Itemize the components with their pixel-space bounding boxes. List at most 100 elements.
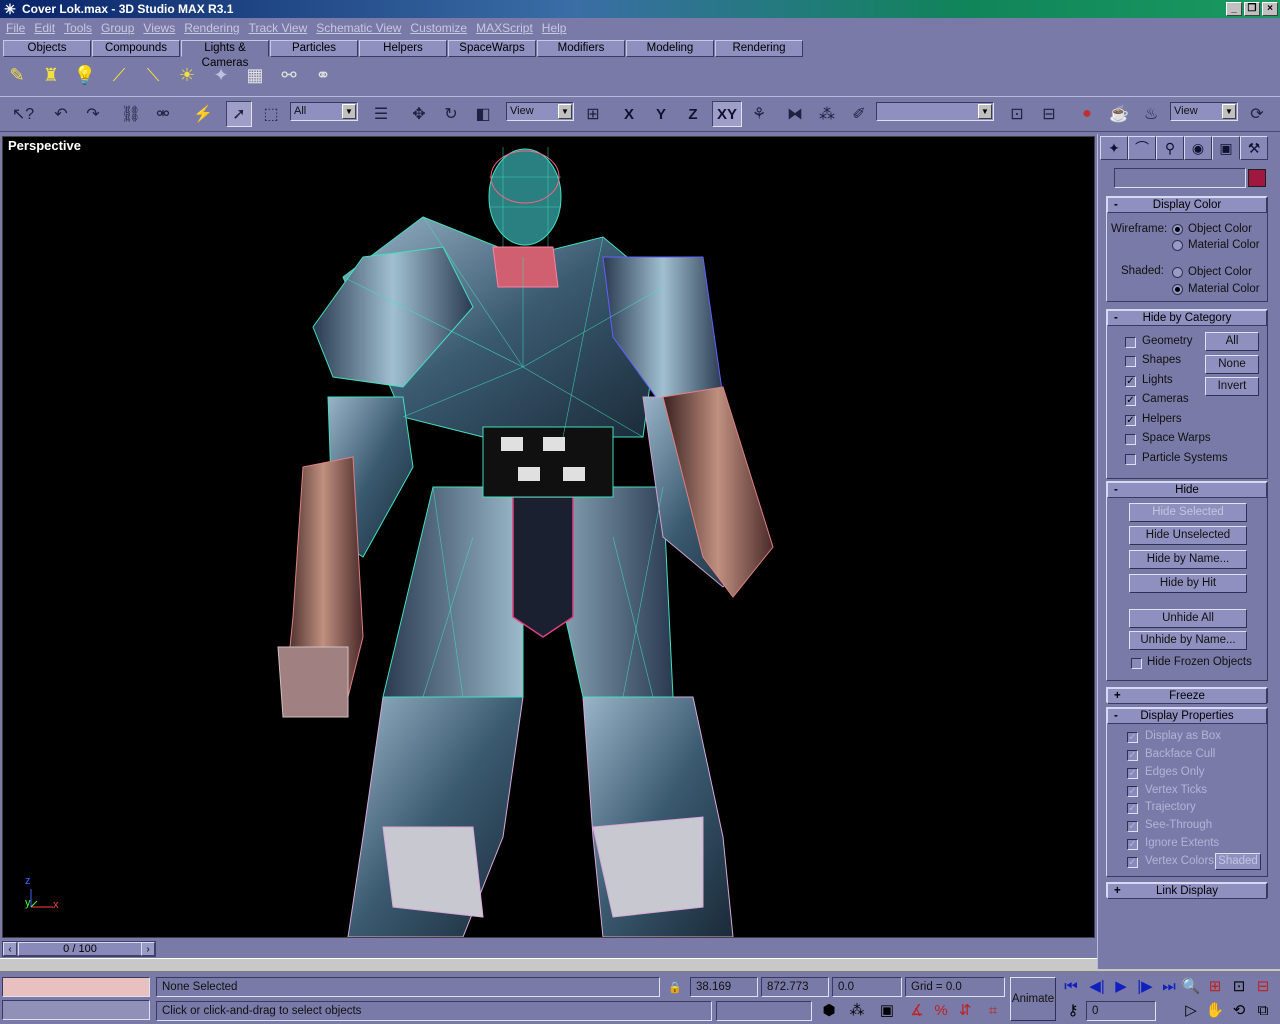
tab-particles[interactable]: Particles: [270, 40, 358, 57]
shaded-object-color-radio[interactable]: [1172, 267, 1183, 278]
material-editor-icon[interactable]: ●: [1074, 101, 1100, 127]
spinner-snap-icon[interactable]: ⇵: [954, 1000, 976, 1022]
time-slider[interactable]: ‹ 0 / 100 ›: [2, 941, 156, 957]
render-last-icon[interactable]: ⟳: [1244, 101, 1270, 127]
bind-spacewarp-icon[interactable]: ⚡: [190, 101, 216, 127]
minimize-button[interactable]: _: [1226, 2, 1242, 16]
min-max-toggle-icon[interactable]: ⧉: [1252, 1000, 1274, 1022]
unlink-icon[interactable]: ⚮: [150, 101, 176, 127]
wireframe-object-color-radio[interactable]: [1172, 224, 1183, 235]
close-button[interactable]: ×: [1262, 2, 1278, 16]
hide-by-category-header[interactable]: - Hide by Category: [1107, 310, 1267, 326]
align-icon[interactable]: ✐: [846, 101, 872, 127]
geometry-checkbox[interactable]: [1125, 337, 1136, 348]
inverse-kinematics-icon[interactable]: ⚘: [746, 101, 772, 127]
rect-region-icon[interactable]: ⬚: [258, 101, 284, 127]
named-selection-dropdown[interactable]: ▼: [876, 102, 994, 121]
time-next-icon[interactable]: ›: [141, 942, 155, 956]
freeze-header[interactable]: + Freeze: [1107, 688, 1267, 704]
current-frame-field[interactable]: 0: [1086, 1001, 1156, 1021]
free-spot-icon[interactable]: ♜: [38, 62, 64, 88]
key-mode-icon[interactable]: ⚷: [1062, 1000, 1084, 1022]
tab-objects[interactable]: Objects: [3, 40, 91, 57]
tab-lights-cameras[interactable]: Lights & Cameras: [181, 40, 269, 69]
maxscript-listener-field[interactable]: [2, 977, 150, 997]
arc-rotate-icon[interactable]: ⟲: [1228, 1000, 1250, 1022]
menu-maxscript[interactable]: MAXScript: [476, 21, 533, 35]
hide-header[interactable]: - Hide: [1107, 482, 1267, 498]
window-crossing-icon[interactable]: ⌗: [982, 1000, 1004, 1022]
coord-y-field[interactable]: 872.773: [761, 977, 829, 997]
undo-icon[interactable]: ↶: [48, 101, 74, 127]
play-icon[interactable]: ▶: [1110, 976, 1132, 998]
zoom-icon[interactable]: 🔍: [1180, 976, 1202, 998]
tab-rendering[interactable]: Rendering: [715, 40, 803, 57]
redo-icon[interactable]: ↷: [80, 101, 106, 127]
tab-modeling[interactable]: Modeling: [626, 40, 714, 57]
restrict-xy-button[interactable]: XY: [712, 101, 742, 127]
vertex-colors-shaded-button[interactable]: Shaded: [1215, 853, 1261, 870]
target-spot-icon[interactable]: ✎: [4, 62, 30, 88]
tab-modifiers[interactable]: Modifiers: [537, 40, 625, 57]
free-camera-icon[interactable]: ⚭: [310, 62, 336, 88]
goto-end-icon[interactable]: ⏭: [1158, 976, 1180, 998]
unhide-by-name-button[interactable]: Unhide by Name...: [1129, 631, 1247, 650]
help-icon[interactable]: ↖?: [10, 101, 36, 127]
hide-by-name-button[interactable]: Hide by Name...: [1129, 550, 1247, 569]
camera-icon[interactable]: ▦: [242, 62, 268, 88]
menu-help[interactable]: Help: [542, 21, 567, 35]
quick-render-icon[interactable]: ♨: [1138, 101, 1164, 127]
space-warps-checkbox[interactable]: [1125, 434, 1136, 445]
menu-track-view[interactable]: Track View: [249, 21, 308, 35]
wireframe-material-color-radio[interactable]: [1172, 240, 1183, 251]
menu-rendering[interactable]: Rendering: [184, 21, 239, 35]
tab-compounds[interactable]: Compounds: [92, 40, 180, 57]
goto-start-icon[interactable]: ⏮: [1060, 976, 1082, 998]
display-color-header[interactable]: - Display Color: [1107, 197, 1267, 213]
trajectory-checkbox[interactable]: ✓: [1127, 803, 1138, 814]
ignore-extents-checkbox[interactable]: ✓: [1127, 839, 1138, 850]
zoom-all-icon[interactable]: ⊞: [1204, 976, 1226, 998]
menu-edit[interactable]: Edit: [34, 21, 55, 35]
time-prev-icon[interactable]: ‹: [3, 942, 17, 956]
menu-schematic-view[interactable]: Schematic View: [316, 21, 401, 35]
hide-all-button[interactable]: All: [1205, 332, 1259, 351]
render-type-dropdown[interactable]: View ▼: [1170, 102, 1238, 121]
select-link-icon[interactable]: ⛓: [118, 101, 144, 127]
menu-file[interactable]: File: [6, 21, 25, 35]
cameras-checkbox[interactable]: ✓: [1125, 395, 1136, 406]
shaded-material-color-radio[interactable]: [1172, 284, 1183, 295]
hide-by-hit-button[interactable]: Hide by Hit: [1129, 574, 1247, 593]
sun-icon[interactable]: ☀: [174, 62, 200, 88]
utilities-tab-icon[interactable]: ⚒: [1240, 136, 1268, 160]
backface-cull-checkbox[interactable]: ✓: [1127, 750, 1138, 761]
vertex-ticks-checkbox[interactable]: ✓: [1127, 786, 1138, 797]
target-direct-icon[interactable]: ⟋: [106, 62, 132, 88]
next-frame-icon[interactable]: |▶: [1134, 976, 1156, 998]
hierarchy-tab-icon[interactable]: ⚲: [1156, 136, 1184, 160]
select-by-name-icon[interactable]: ☰: [368, 101, 394, 127]
hide-selected-button[interactable]: Hide Selected: [1129, 503, 1247, 522]
coord-x-field[interactable]: 38.169: [690, 977, 758, 997]
display-as-box-checkbox[interactable]: ✓: [1127, 732, 1138, 743]
restrict-x-button[interactable]: X: [616, 101, 642, 127]
perspective-viewport[interactable]: Perspective z y x: [2, 136, 1095, 938]
track-bar[interactable]: [0, 958, 1280, 972]
menu-views[interactable]: Views: [143, 21, 175, 35]
menu-group[interactable]: Group: [101, 21, 134, 35]
restrict-z-button[interactable]: Z: [680, 101, 706, 127]
render-scene-icon[interactable]: ☕: [1106, 101, 1132, 127]
maxscript-output-field[interactable]: [2, 1000, 150, 1020]
pivot-center-icon[interactable]: ⊞: [580, 101, 606, 127]
animate-button[interactable]: Animate: [1010, 977, 1056, 1021]
lights-checkbox[interactable]: ✓: [1125, 376, 1136, 387]
display-properties-header[interactable]: - Display Properties: [1107, 708, 1267, 724]
menu-tools[interactable]: Tools: [64, 21, 92, 35]
free-direct-icon[interactable]: ⟍: [140, 62, 166, 88]
motion-tab-icon[interactable]: ◉: [1184, 136, 1212, 160]
snap-toggle-icon[interactable]: ⁂: [846, 1000, 868, 1022]
field-of-view-icon[interactable]: ▷: [1180, 1000, 1202, 1022]
hide-frozen-checkbox[interactable]: [1131, 658, 1142, 669]
vertex-colors-checkbox[interactable]: ✓: [1127, 857, 1138, 868]
hide-unselected-button[interactable]: Hide Unselected: [1129, 526, 1247, 545]
